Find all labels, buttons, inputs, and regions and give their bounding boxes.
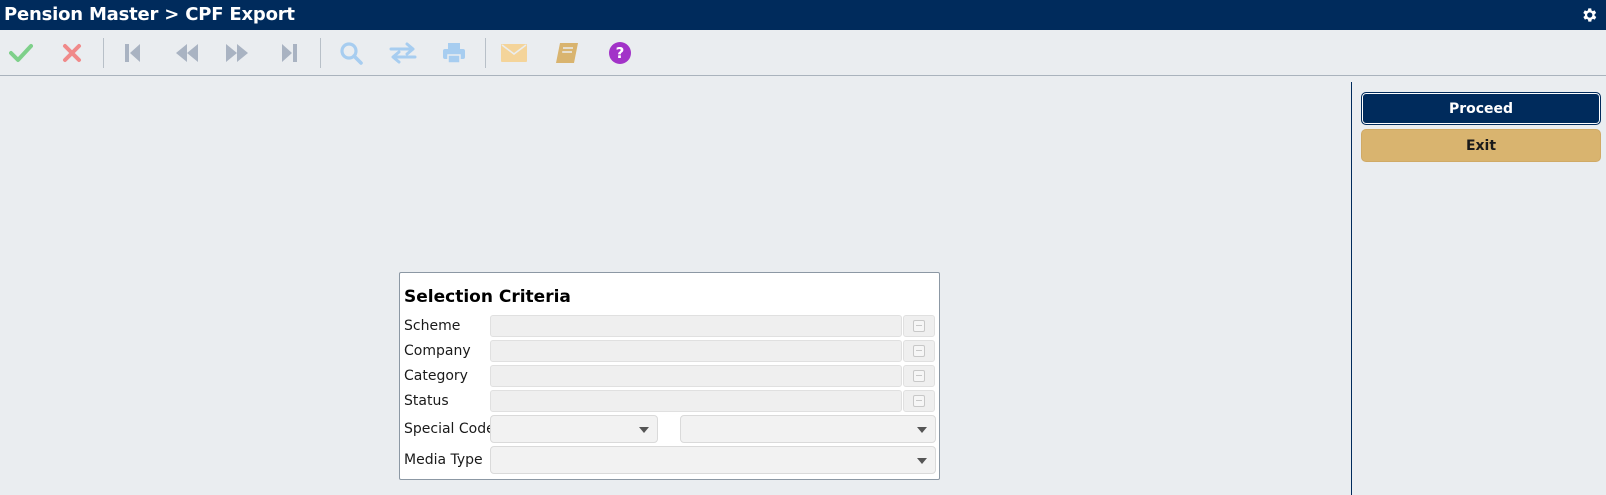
print-button[interactable] (440, 40, 468, 66)
company-lookup-button[interactable] (903, 340, 935, 362)
company-field[interactable] (490, 340, 902, 362)
lookup-icon (913, 370, 925, 382)
last-record-icon (282, 44, 297, 62)
lookup-icon (913, 320, 925, 332)
notes-button[interactable] (553, 40, 581, 66)
media-type-label: Media Type (404, 452, 483, 468)
toolbar-separator (103, 38, 104, 68)
scheme-field[interactable] (490, 315, 902, 337)
check-icon (9, 44, 33, 62)
status-lookup-button[interactable] (903, 390, 935, 412)
toolbar-separator (320, 38, 321, 68)
chevron-down-icon (917, 427, 927, 433)
category-lookup-button[interactable] (903, 365, 935, 387)
status-label: Status (404, 393, 449, 409)
envelope-icon (501, 44, 527, 62)
swap-button[interactable] (389, 40, 417, 66)
next-record-icon (226, 44, 248, 62)
selection-criteria-panel: Selection Criteria Scheme Company Catego… (399, 272, 940, 480)
last-record-button[interactable] (276, 40, 304, 66)
cancel-button[interactable] (58, 40, 86, 66)
first-record-button[interactable] (118, 40, 146, 66)
lookup-icon (913, 395, 925, 407)
title-bar: Pension Master > CPF Export (0, 0, 1606, 30)
category-label: Category (404, 368, 468, 384)
email-button[interactable] (500, 40, 528, 66)
search-icon (340, 42, 363, 65)
previous-record-button[interactable] (173, 40, 201, 66)
help-icon: ? (609, 42, 631, 64)
close-icon (63, 44, 81, 62)
exit-button[interactable]: Exit (1361, 129, 1601, 162)
special-code-select-1[interactable] (490, 415, 658, 443)
category-field[interactable] (490, 365, 902, 387)
action-panel-divider (1351, 82, 1352, 495)
company-label: Company (404, 343, 471, 359)
toolbar: ? (0, 30, 1606, 76)
search-button[interactable] (337, 40, 365, 66)
scheme-lookup-button[interactable] (903, 315, 935, 337)
notebook-icon (556, 43, 578, 63)
help-button[interactable]: ? (606, 40, 634, 66)
proceed-button[interactable]: Proceed (1361, 92, 1601, 125)
lookup-icon (913, 345, 925, 357)
previous-record-icon (176, 44, 198, 62)
swap-icon (389, 42, 417, 64)
panel-title: Selection Criteria (404, 287, 571, 307)
gear-icon[interactable] (1580, 6, 1598, 24)
confirm-button[interactable] (7, 40, 35, 66)
chevron-down-icon (639, 427, 649, 433)
print-icon (443, 43, 465, 64)
media-type-select[interactable] (490, 446, 936, 474)
toolbar-separator (485, 38, 486, 68)
next-record-button[interactable] (223, 40, 251, 66)
page-title: Pension Master > CPF Export (4, 4, 295, 25)
special-code-select-2[interactable] (680, 415, 936, 443)
first-record-icon (125, 44, 140, 62)
scheme-label: Scheme (404, 318, 461, 334)
chevron-down-icon (917, 458, 927, 464)
special-code-label: Special Code (404, 421, 495, 437)
status-field[interactable] (490, 390, 902, 412)
svg-text:?: ? (616, 44, 625, 62)
